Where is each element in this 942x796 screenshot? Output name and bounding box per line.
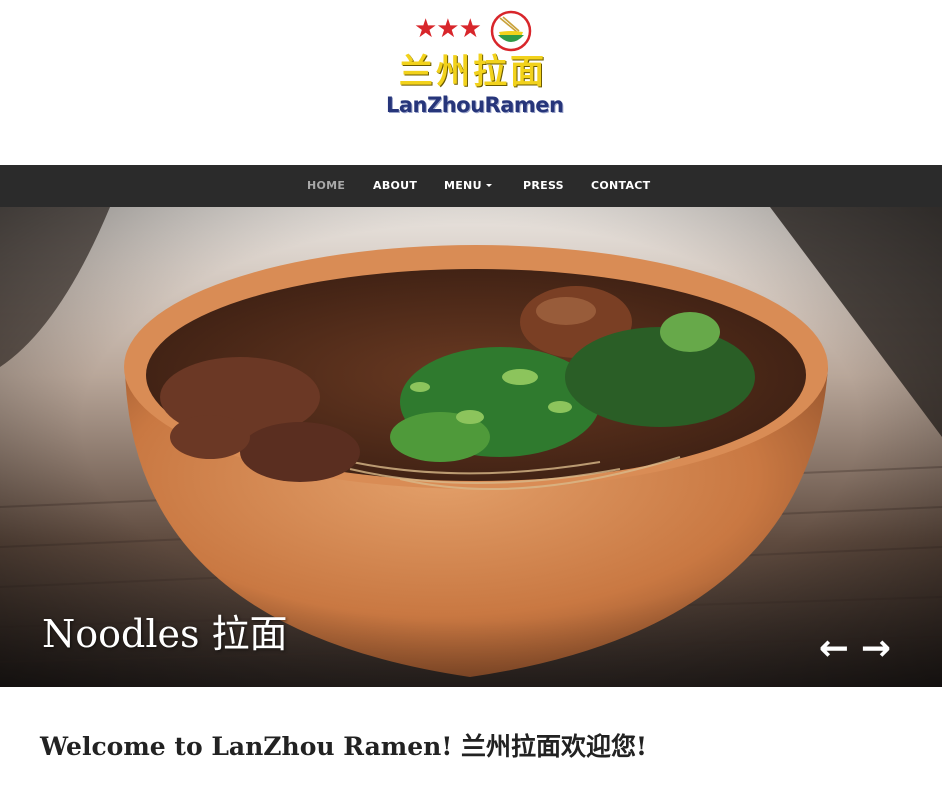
nav-item-menu[interactable]: MENU	[444, 165, 492, 207]
nav-item-about[interactable]: ABOUT	[373, 165, 417, 207]
nav-item-home[interactable]: HOME	[307, 165, 345, 207]
logo-chinese-name: 兰州拉面	[399, 52, 547, 92]
noodle-bowl-icon	[490, 10, 532, 52]
welcome-heading: Welcome to LanZhou Ramen! 兰州拉面欢迎您!	[40, 732, 647, 761]
logo-english-name: LanZhouRamen	[386, 93, 564, 117]
logo-stars: ★★★	[414, 14, 482, 44]
slider-next-arrow-icon[interactable]: →	[858, 627, 894, 671]
nav-item-contact[interactable]: CONTACT	[591, 165, 650, 207]
caret-down-icon	[485, 183, 492, 187]
main-navigation: HOME ABOUT MENU PRESS CONTACT	[0, 165, 942, 207]
site-logo[interactable]: ★★★ 兰州拉面 LanZhouRamen	[386, 8, 564, 126]
hero-slider: Noodles 拉面 ← →	[0, 207, 942, 687]
nav-item-press[interactable]: PRESS	[523, 165, 564, 207]
site-header: ★★★ 兰州拉面 LanZhouRamen	[0, 0, 942, 165]
slider-prev-arrow-icon[interactable]: ←	[816, 627, 852, 671]
nav-item-menu-label: MENU	[444, 179, 482, 192]
hero-caption: Noodles 拉面	[42, 612, 288, 656]
